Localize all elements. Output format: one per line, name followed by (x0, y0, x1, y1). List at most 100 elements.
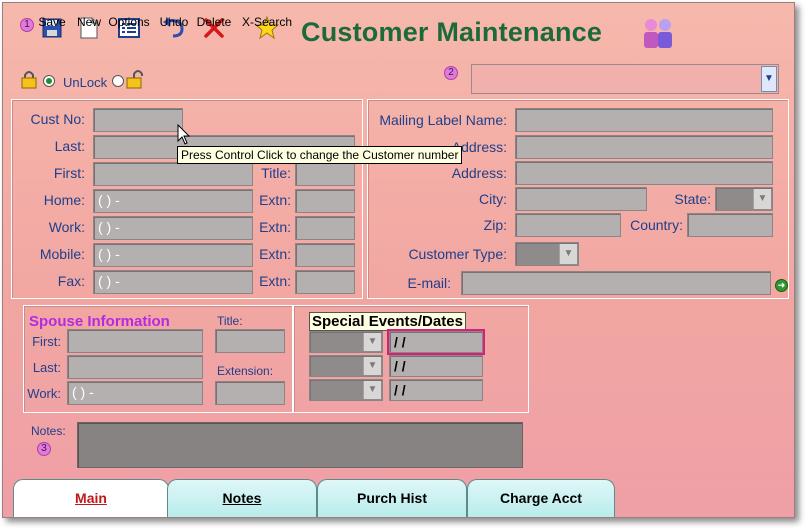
send-email-arrow-icon[interactable]: ➜ (775, 279, 788, 292)
tab-purch-hist-label: Purch Hist (356, 490, 427, 506)
work-phone-label: Work: (48, 219, 85, 235)
spouse-work-field[interactable]: ( ) - (67, 381, 203, 405)
callout-marker-1: 1 (20, 18, 34, 32)
cust-no-label: Cust No: (30, 111, 85, 127)
mobile-phone-field[interactable]: ( ) - (93, 243, 253, 267)
spouse-title-label: Title: (217, 314, 243, 328)
fax-label: Fax: (57, 273, 85, 289)
special-event-date-3[interactable]: / / (389, 379, 483, 401)
address2-field[interactable] (515, 161, 773, 185)
event-3-chevron-down-icon[interactable]: ▼ (363, 381, 381, 399)
mailing-label-name-label: Mailing Label Name: (379, 112, 507, 128)
special-events-title: Special Events/Dates (309, 312, 466, 331)
zip-label: Zip: (483, 217, 507, 233)
callout-marker-3: 3 (37, 442, 51, 456)
special-event-type-2-select[interactable]: ▼ (309, 355, 383, 377)
undo-button[interactable]: Undo (158, 15, 190, 59)
tab-charge-acct-label: Charge Acct (500, 490, 582, 506)
tab-main-label: Main (75, 490, 107, 506)
spouse-first-label: First: (32, 334, 61, 349)
spouse-first-field[interactable] (67, 329, 203, 353)
lock-closed-icon (21, 69, 37, 92)
state-chevron-down-icon[interactable]: ▼ (753, 189, 771, 209)
unlock-label: UnLock (63, 75, 108, 90)
event-date-1-value: / / (394, 334, 406, 350)
special-event-type-1-select[interactable]: ▼ (309, 331, 383, 353)
lock-open-icon (126, 69, 144, 92)
email-field[interactable] (461, 271, 771, 295)
home-extn-field[interactable] (295, 189, 355, 213)
customer-type-label: Customer Type: (408, 246, 507, 262)
state-label: State: (674, 191, 711, 207)
new-label: New (76, 15, 101, 29)
x-search-label: X-Search (241, 15, 293, 29)
fax-extn-field[interactable] (295, 270, 355, 294)
undo-label: Undo (159, 15, 189, 29)
event-date-3-value: / / (394, 382, 406, 398)
home-phone-field[interactable]: ( ) - (93, 189, 253, 213)
lock-radio[interactable] (43, 75, 55, 87)
spouse-extension-label: Extension: (217, 364, 274, 378)
x-search-button[interactable]: X-Search (239, 15, 295, 59)
save-button[interactable]: Save (37, 15, 67, 59)
country-label: Country: (630, 217, 683, 233)
customers-people-icon (641, 17, 675, 52)
options-button[interactable]: Options (106, 15, 152, 59)
work-extn-label: Extn: (259, 219, 291, 235)
spouse-extension-field[interactable] (215, 381, 285, 405)
special-event-date-1[interactable]: / / (387, 329, 485, 355)
notes-label: Notes: (31, 424, 66, 438)
mailing-label-name-field[interactable] (515, 108, 773, 132)
new-button[interactable]: New (73, 15, 105, 59)
event-1-chevron-down-icon[interactable]: ▼ (363, 333, 381, 351)
tab-purch-hist[interactable]: Purch Hist (317, 479, 467, 517)
notes-textarea[interactable] (77, 422, 523, 468)
first-name-label: First: (53, 165, 85, 181)
fax-extn-label: Extn: (259, 273, 291, 289)
spouse-title-field[interactable] (215, 329, 285, 353)
fax-field[interactable]: ( ) - (93, 270, 253, 294)
spouse-work-label: Work: (27, 386, 61, 401)
mobile-extn-label: Extn: (259, 246, 291, 262)
zip-field[interactable] (515, 213, 621, 237)
customer-lookup-dropdown[interactable]: ▼ (471, 64, 779, 94)
title-field[interactable] (295, 162, 355, 186)
event-2-chevron-down-icon[interactable]: ▼ (363, 357, 381, 375)
address2-label: Address: (451, 165, 507, 181)
email-label: E-mail: (407, 275, 451, 291)
home-phone-label: Home: (43, 192, 85, 208)
chevron-down-icon[interactable]: ▼ (761, 66, 777, 92)
unlock-radio[interactable] (112, 75, 124, 87)
city-field[interactable] (515, 187, 647, 211)
first-name-field[interactable] (93, 162, 253, 186)
save-label: Save (38, 15, 66, 29)
page-title: Customer Maintenance (301, 17, 603, 47)
last-name-label: Last: (54, 138, 85, 154)
tab-charge-acct[interactable]: Charge Acct (467, 479, 615, 517)
mobile-phone-label: Mobile: (39, 246, 85, 262)
work-phone-field[interactable]: ( ) - (93, 216, 253, 240)
tab-main[interactable]: Main (13, 479, 169, 517)
customer-number-tooltip: Press Control Click to change the Custom… (177, 146, 463, 164)
delete-button[interactable]: Delete (195, 15, 233, 59)
state-select[interactable]: ▼ (715, 187, 773, 211)
spouse-section-title: Spouse Information (29, 313, 170, 330)
tab-notes[interactable]: Notes (167, 479, 317, 517)
spouse-last-field[interactable] (67, 355, 203, 379)
address1-field[interactable] (515, 135, 773, 159)
callout-marker-2: 2 (444, 66, 458, 80)
spouse-last-label: Last: (32, 360, 61, 375)
country-field[interactable] (687, 213, 773, 237)
special-event-date-2[interactable]: / / (389, 355, 483, 377)
customer-type-chevron-down-icon[interactable]: ▼ (559, 244, 577, 264)
delete-label: Delete (196, 15, 232, 29)
cust-no-field[interactable] (93, 108, 183, 132)
customer-type-select[interactable]: ▼ (515, 242, 579, 266)
tab-notes-label: Notes (222, 490, 262, 506)
customer-maintenance-window: 1 Save New Options Undo Delete X-Search … (2, 2, 795, 518)
mouse-cursor-icon (177, 123, 191, 149)
work-extn-field[interactable] (295, 216, 355, 240)
options-label: Options (108, 15, 150, 29)
mobile-extn-field[interactable] (295, 243, 355, 267)
special-event-type-3-select[interactable]: ▼ (309, 379, 383, 401)
